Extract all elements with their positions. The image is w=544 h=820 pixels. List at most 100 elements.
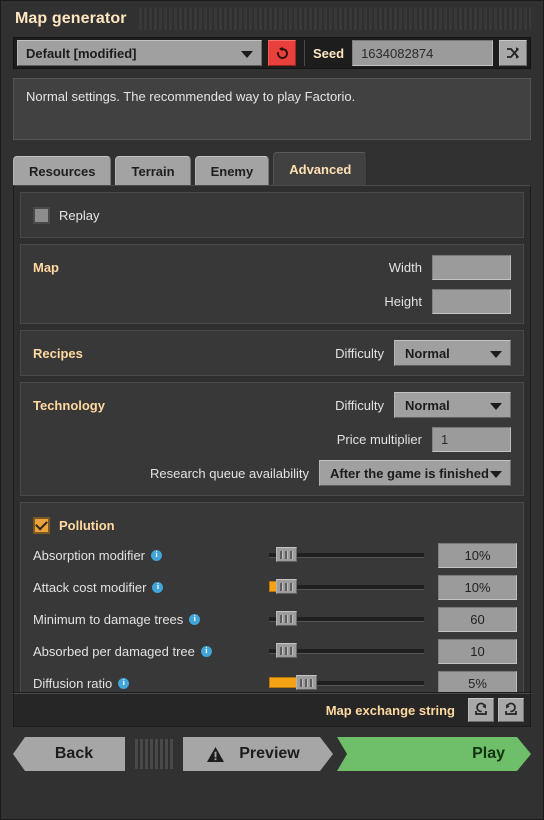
diffusion-ratio-value[interactable]: 5% [438, 670, 517, 692]
price-multiplier-value: 1 [441, 431, 449, 447]
technology-difficulty-label: Difficulty [335, 397, 384, 413]
slider-row-attack-cost-modifier: Attack cost modifier i 10% [33, 571, 517, 603]
checkmark-icon [35, 517, 48, 530]
settings-tabs: Resources Terrain Enemy Advanced [13, 152, 531, 185]
chevron-down-icon [490, 471, 502, 478]
diffusion-ratio-label: Diffusion ratio i [33, 676, 269, 691]
recipes-panel-title: Recipes [33, 345, 83, 361]
info-icon[interactable]: i [200, 645, 212, 657]
import-exchange-string-button[interactable] [468, 698, 494, 722]
research-queue-label: Research queue availability [150, 465, 309, 481]
minimum-to-damage-trees-label: Minimum to damage trees i [33, 612, 269, 627]
reset-arrow-icon [276, 46, 288, 59]
info-icon[interactable]: i [152, 581, 164, 593]
slider-handle[interactable] [296, 675, 317, 690]
info-icon[interactable]: i [189, 613, 201, 625]
map-width-label: Width [388, 259, 422, 275]
price-multiplier-row: Price multiplier 1 [33, 425, 511, 453]
absorption-modifier-slider[interactable] [269, 545, 424, 565]
replay-checkbox[interactable] [33, 206, 50, 224]
tab-enemy[interactable]: Enemy [194, 156, 270, 185]
absorption-modifier-label: Absorption modifier i [33, 548, 269, 563]
export-arrow-icon [505, 702, 517, 715]
preset-description-text: Normal settings. The recommended way to … [26, 89, 356, 104]
technology-difficulty-dropdown[interactable]: Normal [394, 392, 511, 418]
shuffle-seed-button[interactable] [499, 40, 527, 66]
info-icon[interactable]: i [118, 677, 130, 689]
seed-input[interactable]: 1634082874 [352, 40, 493, 66]
back-button-label: Back [54, 745, 94, 762]
recipes-difficulty-row: Recipes Difficulty Normal [33, 339, 511, 367]
absorbed-per-damaged-tree-slider[interactable] [269, 641, 424, 661]
play-button[interactable]: Play [337, 737, 531, 771]
map-generator-window: Map generator Default [modified] Seed 16… [0, 0, 544, 820]
seed-label: Seed [313, 45, 345, 61]
tab-resources-label: Resources [29, 163, 96, 179]
map-panel-title: Map [33, 259, 59, 275]
map-width-row: Map Width [33, 253, 511, 281]
attack-cost-modifier-slider[interactable] [269, 577, 424, 597]
research-queue-value: After the game is finished [330, 465, 489, 481]
pollution-checkbox[interactable] [33, 516, 50, 534]
slider-handle[interactable] [276, 611, 297, 626]
footer-buttons: Back Preview Play [13, 737, 531, 771]
preset-dropdown[interactable]: Default [modified] [17, 40, 262, 66]
window-titlebar: Map generator [1, 1, 543, 37]
research-queue-row: Research queue availability After the ga… [33, 459, 511, 487]
toolbar-divider [304, 40, 305, 66]
info-icon[interactable]: i [151, 549, 162, 561]
warning-triangle-icon [206, 746, 225, 763]
slider-handle[interactable] [276, 579, 297, 594]
map-exchange-string-label: Map exchange string [325, 702, 455, 718]
pollution-label: Pollution [59, 517, 115, 533]
preview-button[interactable]: Preview [183, 737, 333, 771]
tab-terrain[interactable]: Terrain [115, 156, 191, 185]
slider-row-diffusion-ratio: Diffusion ratio i 5% [33, 667, 517, 692]
advanced-tab-content: Replay Map Width Height Recipes Difficul… [13, 185, 531, 693]
reset-button[interactable] [268, 40, 296, 66]
price-multiplier-input[interactable]: 1 [432, 426, 511, 452]
preset-description: Normal settings. The recommended way to … [13, 78, 531, 140]
tab-resources[interactable]: Resources [13, 156, 112, 185]
minimum-to-damage-trees-value[interactable]: 60 [438, 606, 517, 632]
replay-row: Replay [33, 201, 511, 229]
preset-dropdown-value: Default [modified] [26, 45, 137, 61]
tab-advanced[interactable]: Advanced [273, 152, 368, 185]
export-exchange-string-button[interactable] [498, 698, 524, 722]
map-width-input[interactable] [432, 254, 511, 280]
recipes-difficulty-dropdown[interactable]: Normal [394, 340, 511, 366]
import-arrow-icon [475, 702, 487, 715]
minimum-to-damage-trees-slider[interactable] [269, 609, 424, 629]
diffusion-ratio-slider[interactable] [269, 673, 424, 692]
page-title: Map generator [15, 10, 127, 27]
minimum-to-damage-trees-value-text: 60 [470, 611, 485, 627]
price-multiplier-label: Price multiplier [336, 431, 422, 447]
seed-input-value: 1634082874 [361, 45, 434, 61]
attack-cost-modifier-value[interactable]: 10% [438, 574, 517, 600]
absorption-modifier-value[interactable]: 10% [438, 542, 517, 568]
replay-label: Replay [59, 207, 100, 223]
research-queue-dropdown[interactable]: After the game is finished [319, 460, 511, 486]
slider-handle[interactable] [276, 643, 297, 658]
slider-handle[interactable] [276, 547, 297, 562]
shuffle-icon [507, 47, 520, 59]
tab-advanced-label: Advanced [289, 161, 352, 177]
window-drag-handle[interactable] [138, 8, 531, 30]
map-height-row: Height [33, 287, 511, 315]
absorbed-per-damaged-tree-value[interactable]: 10 [438, 638, 517, 664]
attack-cost-modifier-label: Attack cost modifier i [33, 580, 269, 595]
recipes-difficulty-label: Difficulty [335, 345, 384, 361]
map-height-label: Height [384, 293, 422, 309]
recipes-panel: Recipes Difficulty Normal [20, 330, 524, 376]
map-height-input[interactable] [432, 288, 511, 314]
footer-drag-handle[interactable] [135, 739, 173, 769]
pollution-panel: Pollution Absorption modifier i 10% Atta… [20, 502, 524, 692]
absorption-modifier-label-text: Absorption modifier [33, 547, 145, 563]
chevron-down-icon [241, 51, 253, 58]
absorbed-per-damaged-tree-label: Absorbed per damaged tree i [33, 644, 269, 659]
back-button[interactable]: Back [13, 737, 125, 771]
preset-toolbar: Default [modified] Seed 1634082874 [13, 37, 531, 69]
technology-panel: Technology Difficulty Normal Price multi… [20, 382, 524, 496]
diffusion-ratio-label-text: Diffusion ratio [33, 675, 113, 691]
minimum-to-damage-trees-label-text: Minimum to damage trees [33, 611, 184, 627]
